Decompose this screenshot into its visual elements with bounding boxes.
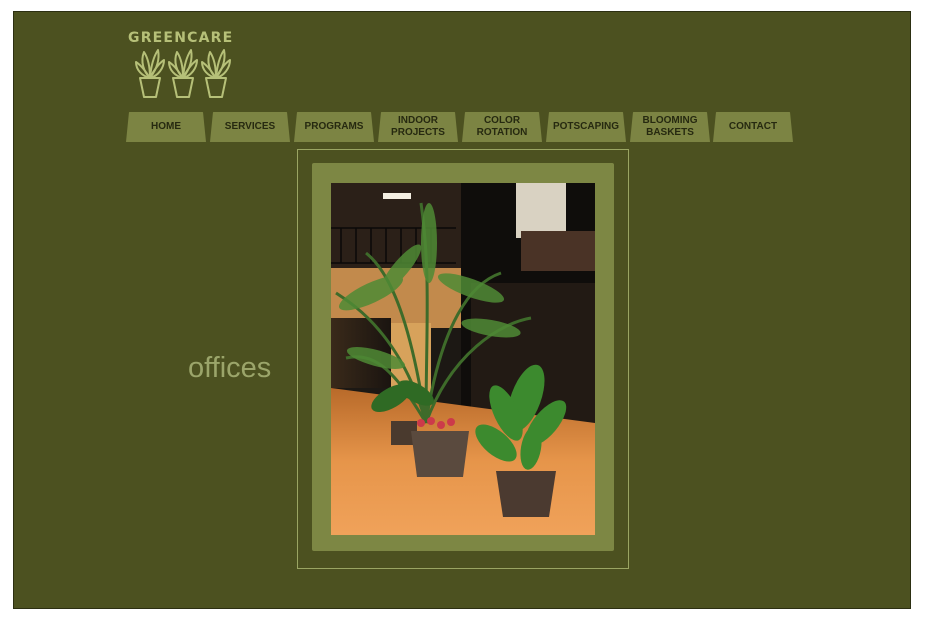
nav-tab-color-rotation[interactable]: COLOR ROTATION [462, 112, 542, 142]
photo-frame [312, 163, 614, 551]
brand-logo-text[interactable]: GREENCARE [128, 30, 233, 46]
nav-tab-potscaping[interactable]: POTSCAPING [546, 112, 626, 142]
gallery-caption: offices [188, 352, 272, 384]
nav-tab-services[interactable]: SERVICES [210, 112, 290, 142]
nav-tab-contact[interactable]: CONTACT [713, 112, 793, 142]
three-potted-plants-icon[interactable] [134, 48, 240, 102]
office-lobby-plants-photo [331, 183, 595, 535]
nav-tab-programs[interactable]: PROGRAMS [294, 112, 374, 142]
photo-frame-border [297, 149, 629, 569]
nav-tab-blooming-baskets[interactable]: BLOOMING BASKETS [630, 112, 710, 142]
nav-tab-home[interactable]: HOME [126, 112, 206, 142]
page-container: GREENCARE HOME SERVICES PROGRAMS INDOOR … [13, 11, 911, 609]
nav-tab-indoor-projects[interactable]: INDOOR PROJECTS [378, 112, 458, 142]
